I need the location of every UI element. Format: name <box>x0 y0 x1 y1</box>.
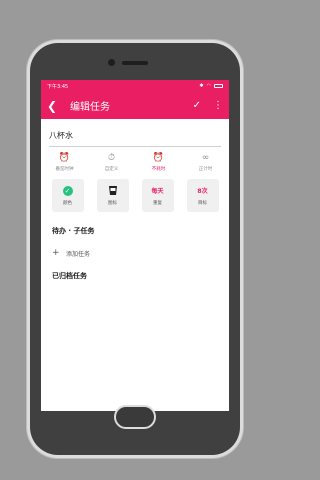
back-arrow-icon[interactable]: ❮ <box>47 99 61 113</box>
option-label: 番茄时钟 <box>55 167 74 172</box>
tile-repeat[interactable]: 每天 重复 <box>141 179 174 212</box>
tile-label: 目标 <box>198 201 207 206</box>
alarm-off-icon: ⏰ <box>152 153 165 163</box>
battery-icon <box>214 84 223 88</box>
add-task-label: 添加任务 <box>66 250 91 258</box>
archived-heading[interactable]: 已归档任务 <box>52 271 218 281</box>
app-screen: 下午3:45 ✱ ◠ ❮ 编辑任务 ✓ ⋮ 八杯水 ⏰ 番茄时钟 ⏱ 自定义 ⏰… <box>41 80 229 411</box>
subtask-heading: 待办 · 子任务 <box>52 227 95 235</box>
infinity-icon: ∞ <box>201 153 210 163</box>
settings-tiles: ✓ 颜色 图标 每天 重复 8次 目标 <box>41 179 229 212</box>
tile-color[interactable]: ✓ 颜色 <box>51 179 84 212</box>
status-bar: 下午3:45 ✱ ◠ <box>41 80 229 92</box>
check-icon[interactable]: ✓ <box>193 100 201 111</box>
front-camera <box>108 59 115 66</box>
cup-icon <box>108 186 117 195</box>
option-count-up[interactable]: ∞ 正计时 <box>186 153 226 177</box>
tile-label: 重复 <box>153 201 162 206</box>
timer-options: ⏰ 番茄时钟 ⏱ 自定义 ⏰ 不耗时 ∞ 正计时 <box>41 153 229 177</box>
option-label: 正计时 <box>198 167 213 172</box>
option-pomodoro[interactable]: ⏰ 番茄时钟 <box>45 153 85 177</box>
alarm-icon: ⏰ <box>58 153 71 163</box>
page-title: 编辑任务 <box>70 102 110 113</box>
tile-goal[interactable]: 8次 目标 <box>186 179 219 212</box>
option-label: 自定义 <box>104 167 119 172</box>
more-vert-icon[interactable]: ⋮ <box>213 100 223 111</box>
task-name-value: 八杯水 <box>49 131 73 140</box>
goal-value: 8次 <box>197 188 208 195</box>
phone-frame: 下午3:45 ✱ ◠ ❮ 编辑任务 ✓ ⋮ 八杯水 ⏰ 番茄时钟 ⏱ 自定义 ⏰… <box>30 43 240 455</box>
timer-icon: ⏱ <box>107 153 116 163</box>
plus-icon: + <box>52 248 60 258</box>
bluetooth-icon: ✱ <box>199 83 204 89</box>
tile-label: 图标 <box>108 201 117 206</box>
option-label: 不耗时 <box>151 167 166 172</box>
option-no-time[interactable]: ⏰ 不耗时 <box>139 153 179 177</box>
status-time: 下午3:45 <box>47 83 69 90</box>
task-name-field[interactable]: 八杯水 <box>49 125 221 147</box>
repeat-value: 每天 <box>151 188 164 195</box>
option-custom[interactable]: ⏱ 自定义 <box>92 153 132 177</box>
tile-label: 颜色 <box>63 201 72 206</box>
toolbar: ❮ 编辑任务 ✓ ⋮ <box>41 92 229 119</box>
wifi-icon: ◠ <box>206 83 211 89</box>
tile-icon[interactable]: 图标 <box>96 179 129 212</box>
check-circle-icon: ✓ <box>62 185 73 196</box>
add-task-button[interactable]: + 添加任务 <box>52 248 218 258</box>
earpiece <box>122 61 148 65</box>
home-button[interactable] <box>114 405 156 429</box>
